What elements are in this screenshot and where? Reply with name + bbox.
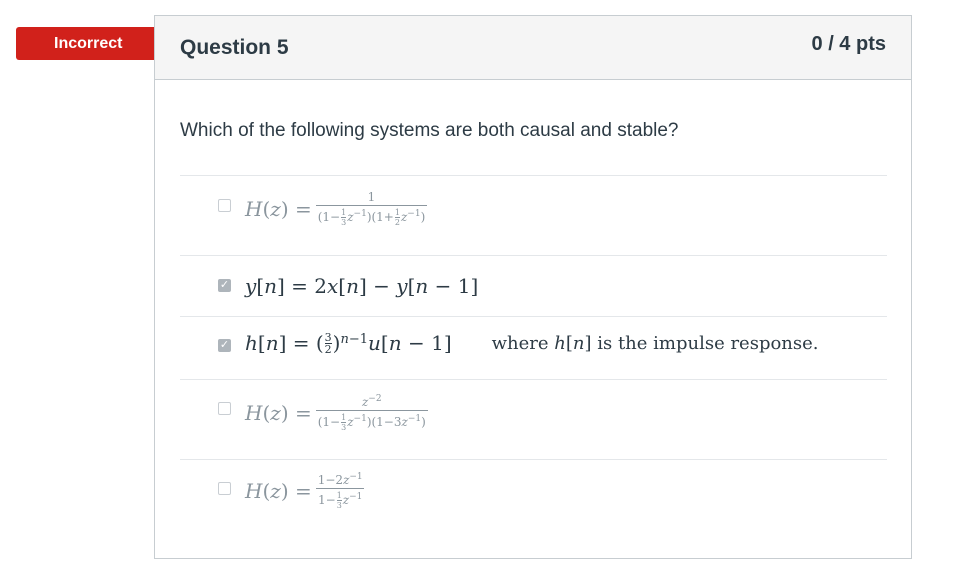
question-title: Question 5: [180, 36, 289, 59]
answer-option-1[interactable]: H(z) = 1 (1− 1 3 z−1)(1+ 1 2 z−1): [180, 175, 887, 255]
answer-formula-4: H(z) = z−2 (1− 1 3 z−1)(1−3z−1): [245, 394, 428, 432]
question-text: Which of the following systems are both …: [180, 120, 679, 141]
question-header: Question 5 0 / 4 pts: [155, 16, 911, 80]
answer-formula-3: h[n] = (3 2) n−1 u[n − 1] where h[n] is the…: [245, 330, 819, 356]
answer-checkbox-1[interactable]: [218, 199, 231, 212]
answer-note-3: where h[n] is the impulse response.: [491, 332, 819, 354]
question-card: Question 5 0 / 4 pts Which of the follow…: [154, 15, 912, 559]
answer-formula-5: H(z) = 1−2z−1 1− 1 3 z−1: [245, 472, 365, 510]
answer-option-3[interactable]: ✓ h[n] = (3 2) n−1 u[n − 1] where h[n] is t…: [180, 316, 887, 379]
status-badge-label: Incorrect: [54, 34, 123, 52]
status-badge: Incorrect: [16, 27, 166, 60]
answer-formula-2: y[n] = 2 x[n] − y[n − 1]: [245, 274, 479, 298]
question-points: 0 / 4 pts: [811, 33, 886, 55]
answer-formula-1: H(z) = 1 (1− 1 3 z−1)(1+ 1 2 z−1): [245, 190, 428, 227]
answer-list: H(z) = 1 (1− 1 3 z−1)(1+ 1 2 z−1) ✓ y[n] = 2 x[…: [180, 175, 887, 529]
answer-checkbox-5[interactable]: [218, 482, 231, 495]
answer-checkbox-4[interactable]: [218, 402, 231, 415]
answer-checkbox-2[interactable]: ✓: [218, 279, 231, 292]
answer-option-4[interactable]: H(z) = z−2 (1− 1 3 z−1)(1−3z−1): [180, 379, 887, 459]
answer-option-2[interactable]: ✓ y[n] = 2 x[n] − y[n − 1]: [180, 255, 887, 316]
answer-checkbox-3[interactable]: ✓: [218, 339, 231, 352]
answer-option-5[interactable]: H(z) = 1−2z−1 1− 1 3 z−1: [180, 459, 887, 529]
